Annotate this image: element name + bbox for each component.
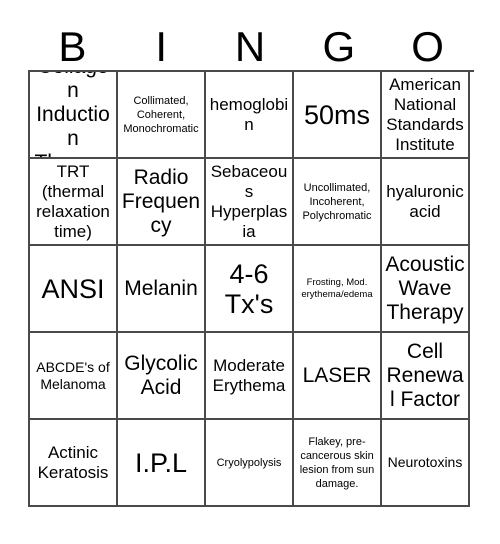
bingo-cell-label: I.P.L [134,447,188,478]
bingo-cell[interactable]: Actinic Keratosis [30,420,118,507]
bingo-cell[interactable]: Neurotoxins [382,420,470,507]
bingo-cell-label: ABCDE's of Melanoma [36,358,110,392]
bingo-cell[interactable]: Collagen Induction Therapy [30,72,118,159]
bingo-cell-label: hemoglobin [209,94,289,134]
bingo-cell-label: hyaluronic acid [386,181,464,221]
bingo-header-letter-i: I [155,23,168,70]
bingo-cell[interactable]: LASER [294,333,382,420]
bingo-cell[interactable]: ABCDE's of Melanoma [30,333,118,420]
bingo-cell-label: 50ms [303,99,371,130]
bingo-cell-label: Flakey, pre-cancerous skin lesion from s… [299,435,375,490]
bingo-cell-label: Sebaceous Hyperplasia [210,161,288,241]
bingo-cell[interactable]: 4-6 Tx's [206,246,294,333]
bingo-cell-label: Cryolypolysis [216,456,282,469]
bingo-cell-label: TRT (thermal relaxation time) [36,161,110,241]
bingo-row: Collagen Induction Therapy Collimated, C… [30,72,474,159]
bingo-cell[interactable]: Frosting, Mod. erythema/edema [294,246,382,333]
bingo-cell[interactable]: Glycolic Acid [118,333,206,420]
bingo-row: ANSI Melanin 4-6 Tx's Frosting, Mod. ery… [30,246,474,333]
bingo-cell[interactable]: TRT (thermal relaxation time) [30,159,118,246]
bingo-header-letter-g: G [322,23,356,70]
bingo-cell[interactable]: American National Standards Institute [382,72,470,159]
bingo-cell-label: Melanin [124,276,198,300]
bingo-cell-label: 4-6 Tx's [224,258,274,319]
bingo-cell[interactable]: Acoustic Wave Therapy [382,246,470,333]
bingo-cell[interactable]: hemoglobin [206,72,294,159]
bingo-cell-label: Cell Renewal Factor [386,339,464,411]
bingo-cell-label: Collimated, Coherent, Monochromatic [123,94,199,135]
bingo-cell[interactable]: I.P.L [118,420,206,507]
bingo-cell[interactable]: Cell Renewal Factor [382,333,470,420]
bingo-grid: Collagen Induction Therapy Collimated, C… [28,70,474,507]
bingo-cell[interactable]: Flakey, pre-cancerous skin lesion from s… [294,420,382,507]
bingo-cell-label: Moderate Erythema [212,355,286,395]
bingo-card: B I N G O Collagen Induction Therapy Col… [28,8,474,507]
bingo-header-letter-n: N [234,23,266,70]
bingo-cell[interactable]: ANSI [30,246,118,333]
bingo-cell[interactable]: 50ms [294,72,382,159]
bingo-cell-label: Acoustic Wave Therapy [385,252,465,324]
bingo-row: Actinic Keratosis I.P.L Cryolypolysis Fl… [30,420,474,507]
bingo-cell-label: American National Standards Institute [386,74,464,154]
bingo-cell-label: Glycolic Acid [124,351,198,399]
bingo-cell-label: Uncollimated, Incoherent, Polychromatic [302,181,372,222]
bingo-cell[interactable]: Melanin [118,246,206,333]
bingo-row: ABCDE's of Melanoma Glycolic Acid Modera… [30,333,474,420]
bingo-cell-label: Neurotoxins [387,454,463,470]
bingo-cell-label: Frosting, Mod. erythema/edema [301,276,373,300]
bingo-cell-label: LASER [302,363,372,387]
bingo-cell-label: ANSI [41,273,105,304]
bingo-cell-label: Actinic Keratosis [37,442,109,482]
bingo-cell[interactable]: Collimated, Coherent, Monochromatic [118,72,206,159]
bingo-cell[interactable]: Sebaceous Hyperplasia [206,159,294,246]
bingo-cell[interactable]: hyaluronic acid [382,159,470,246]
bingo-cell[interactable]: Radio Frequency [118,159,206,246]
bingo-cell[interactable]: Moderate Erythema [206,333,294,420]
bingo-header-letter-o: O [411,23,444,70]
bingo-cell-label: Radio Frequency [121,165,201,237]
bingo-header: B I N G O [28,8,472,70]
bingo-cell-label: Collagen Induction Therapy [34,72,111,157]
bingo-row: TRT (thermal relaxation time) Radio Freq… [30,159,474,246]
bingo-header-letter-b: B [58,23,87,70]
bingo-cell[interactable]: Uncollimated, Incoherent, Polychromatic [294,159,382,246]
bingo-cell[interactable]: Cryolypolysis [206,420,294,507]
